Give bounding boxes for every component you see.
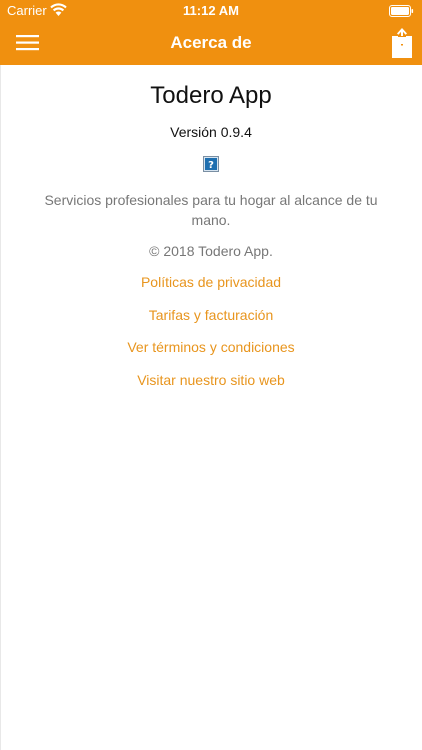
copyright-text: © 2018 Todero App.: [149, 243, 273, 259]
terms-conditions-link[interactable]: Ver términos y condiciones: [0, 338, 422, 356]
status-time: 11:12 AM: [183, 3, 239, 18]
page-title: Acerca de: [170, 33, 252, 52]
privacy-policy-link[interactable]: Políticas de privacidad: [0, 273, 422, 291]
app-version: Versión 0.9.4: [170, 124, 252, 140]
menu-button[interactable]: [16, 33, 40, 53]
about-screen: Carrier 11:12 AM Acerca de Todero App Ve…: [0, 0, 422, 750]
app-name: Todero App: [150, 82, 272, 109]
links-list: Políticas de privacidad Tarifas y factur…: [0, 273, 422, 389]
top-bar: Carrier 11:12 AM Acerca de: [0, 0, 422, 65]
battery-icon: [389, 5, 414, 17]
website-link[interactable]: Visitar nuestro sitio web: [0, 371, 422, 389]
pricing-billing-link[interactable]: Tarifas y facturación: [0, 306, 422, 324]
share-button[interactable]: [392, 28, 412, 58]
svg-text:?: ?: [208, 160, 214, 171]
app-description: Servicios profesionales para tu hogar al…: [44, 192, 378, 228]
navigation-bar: Acerca de: [0, 22, 422, 65]
about-content: Todero App Versión 0.9.4 ? Servicios pro…: [0, 65, 422, 403]
hamburger-menu-icon: [16, 35, 39, 51]
share-icon: [392, 28, 412, 58]
status-bar: Carrier 11:12 AM: [0, 0, 422, 22]
broken-image-question-icon: ?: [203, 156, 219, 172]
